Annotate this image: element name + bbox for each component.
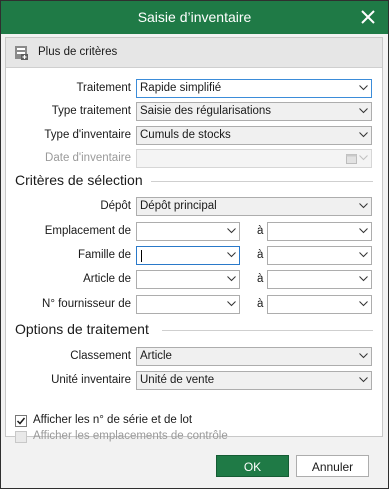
unite-value: Unité de vente	[140, 374, 215, 386]
traitement-value: Rapide simplifié	[140, 82, 222, 94]
title-bar: Saisie d’inventaire	[1, 1, 388, 34]
chevron-down-icon	[359, 228, 368, 234]
article-label: Article de	[83, 273, 131, 285]
chevron-down-icon	[227, 252, 236, 258]
unite-select[interactable]: Unité de vente	[136, 371, 372, 390]
calendar-icon	[346, 154, 357, 164]
traitement-label: Traitement	[76, 82, 131, 94]
serie-lot-checkbox[interactable]	[15, 415, 27, 427]
type-traitement-value: Saisie des régularisations	[140, 105, 272, 117]
traitement-select[interactable]: Rapide simplifié	[136, 79, 372, 98]
depot-value: Dépôt principal	[140, 200, 217, 212]
dialog-window: Saisie d’inventaire Plus de critères Tra…	[0, 0, 389, 489]
emplacement-to-select[interactable]	[267, 222, 372, 241]
date-inventaire-field	[136, 149, 372, 168]
chevron-down-icon	[359, 252, 368, 258]
form-panel: Plus de critères Traitement Rapide simpl…	[5, 37, 383, 443]
chevron-down-icon	[227, 301, 236, 307]
section-divider	[162, 330, 373, 331]
text-caret	[141, 250, 142, 262]
type-inventaire-label: Type d'inventaire	[44, 129, 131, 141]
type-traitement-label: Type traitement	[51, 105, 131, 117]
article-from-select[interactable]	[136, 270, 240, 289]
emplacements-label: Afficher les emplacements de contrôle	[33, 430, 228, 442]
classement-label: Classement	[70, 350, 131, 362]
chevron-down-icon	[359, 108, 368, 114]
famille-from-select[interactable]	[136, 246, 240, 265]
fournisseur-from-select[interactable]	[136, 295, 240, 314]
classement-value: Article	[140, 350, 172, 362]
chevron-down-icon	[359, 276, 368, 282]
dialog-content: Plus de critères Traitement Rapide simpl…	[2, 34, 387, 488]
chevron-down-icon	[359, 132, 368, 138]
article-to-select[interactable]	[267, 270, 372, 289]
classement-select[interactable]: Article	[136, 347, 372, 366]
range-to-label: à	[257, 225, 264, 237]
chevron-down-icon	[359, 301, 368, 307]
date-inventaire-label: Date d'inventaire	[45, 152, 131, 164]
depot-label: Dépôt	[100, 200, 131, 212]
emplacement-from-select[interactable]	[136, 222, 240, 241]
type-inventaire-value: Cumuls de stocks	[140, 129, 231, 141]
emplacements-checkbox	[15, 431, 27, 443]
ok-button[interactable]: OK	[216, 455, 289, 477]
chevron-down-icon	[227, 276, 236, 282]
chevron-down-icon	[359, 155, 368, 161]
famille-to-select[interactable]	[267, 246, 372, 265]
selection-heading: Critères de sélection	[15, 172, 143, 188]
serie-lot-label: Afficher les n° de série et de lot	[33, 414, 193, 426]
close-icon[interactable]	[358, 7, 378, 27]
window-title: Saisie d’inventaire	[137, 9, 252, 25]
emplacement-label: Emplacement de	[44, 225, 131, 237]
more-criteria-bar[interactable]: Plus de critères	[6, 38, 382, 68]
famille-label: Famille de	[77, 249, 131, 261]
chevron-down-icon	[359, 85, 368, 91]
range-to-label: à	[257, 273, 264, 285]
chevron-down-icon	[359, 353, 368, 359]
section-divider	[151, 181, 373, 182]
type-inventaire-select[interactable]: Cumuls de stocks	[136, 126, 372, 145]
cancel-button[interactable]: Annuler	[296, 455, 369, 477]
chevron-down-icon	[359, 377, 368, 383]
fournisseur-label: N° fournisseur de	[42, 298, 131, 310]
chevron-down-icon	[227, 228, 236, 234]
range-to-label: à	[257, 298, 264, 310]
unite-label: Unité inventaire	[51, 374, 131, 386]
chevron-down-icon	[359, 203, 368, 209]
type-traitement-select[interactable]: Saisie des régularisations	[136, 102, 372, 121]
filter-list-icon	[15, 46, 28, 60]
range-to-label: à	[257, 249, 264, 261]
depot-select[interactable]: Dépôt principal	[136, 197, 372, 216]
options-heading: Options de traitement	[15, 321, 149, 337]
more-criteria-label: Plus de critères	[38, 46, 118, 58]
checkmark-icon	[16, 417, 26, 425]
fournisseur-to-select[interactable]	[267, 295, 372, 314]
